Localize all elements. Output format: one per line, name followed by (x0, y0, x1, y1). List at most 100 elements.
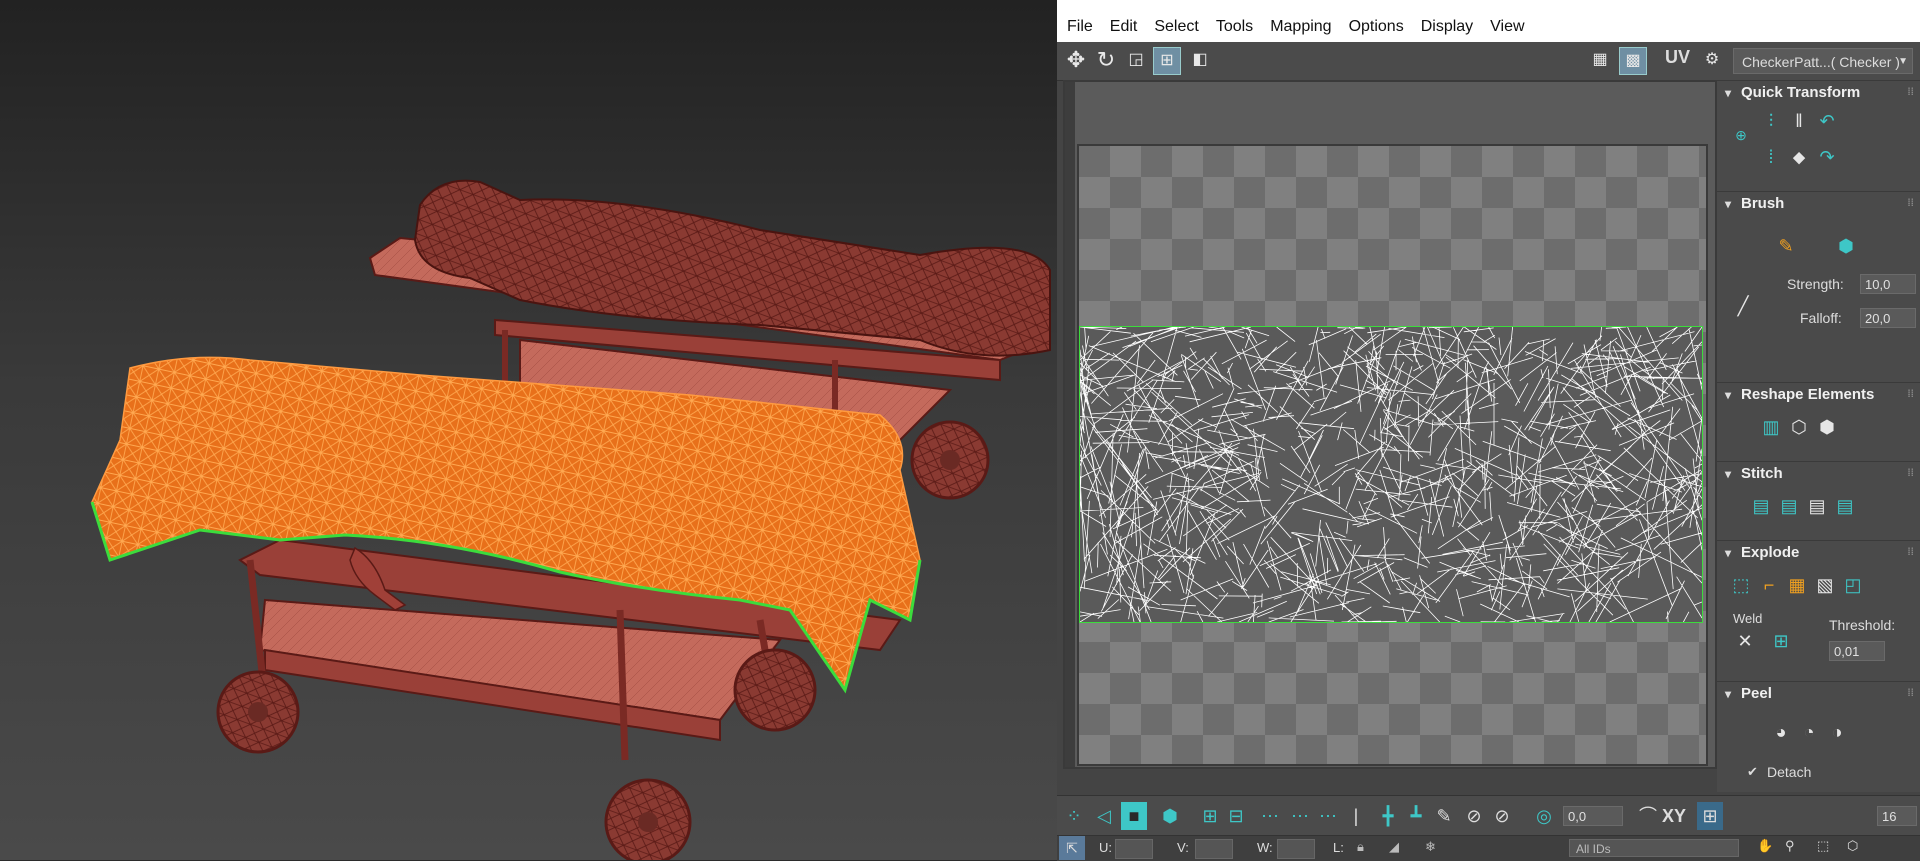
stitch-custom-icon[interactable]: ▤ (1747, 492, 1775, 520)
space-horizontal-icon[interactable]: ⫶ (1757, 107, 1785, 135)
texture-settings-icon[interactable]: ⚙ (1699, 47, 1725, 73)
rotate-cw-icon[interactable]: ↷ (1813, 143, 1841, 171)
uv-editor-window: File Edit Select Tools Mapping Options D… (1057, 0, 1920, 861)
uv-island[interactable] (1079, 326, 1703, 623)
vertical-scrollbar[interactable] (1065, 82, 1075, 767)
flatten-by-smoothing-icon[interactable]: ▧ (1811, 571, 1839, 599)
grid-align-icon[interactable]: ⬥ (1785, 143, 1813, 171)
straighten-icon[interactable]: ▥ (1757, 413, 1785, 441)
rotate-ccw-icon[interactable]: ↶ (1813, 107, 1841, 135)
w-label: W: (1257, 840, 1273, 855)
stitch-target-icon[interactable]: ▤ (1831, 492, 1859, 520)
hide-icon[interactable]: ◢ (1389, 839, 1399, 855)
quick-peel-icon[interactable]: ◕ (1767, 718, 1795, 746)
strength-label: Strength: (1787, 276, 1844, 292)
threshold-spinner[interactable]: 0,01 (1829, 641, 1885, 661)
soft-selection-icon[interactable]: ◎ (1531, 802, 1557, 830)
flatten-icon[interactable]: ⬢ (1813, 413, 1841, 441)
checker-display-icon[interactable]: ▦ (1587, 47, 1613, 73)
u-field[interactable] (1115, 839, 1153, 859)
axis-label[interactable]: XY (1661, 802, 1687, 830)
brush-title[interactable]: Brush (1717, 192, 1920, 216)
edge-select-icon[interactable]: ◁ (1091, 802, 1117, 830)
ring-icon[interactable]: ⋯ (1287, 802, 1313, 830)
align-vertical-icon[interactable]: ‖ (1785, 107, 1813, 135)
reshape-title[interactable]: Reshape Elements (1717, 383, 1920, 407)
falloff-curve-icon[interactable]: ⌒ (1635, 802, 1661, 830)
viewport-scene (90, 179, 1051, 860)
absolute-mode-icon[interactable]: ⇱ (1059, 836, 1085, 860)
weld-target-icon[interactable]: ⊞ (1767, 627, 1795, 655)
reshape-rollout: Reshape Elements ▥⬡⬢ (1717, 382, 1920, 461)
grid-snap-icon[interactable]: ⊞ (1697, 802, 1723, 830)
texture-dropdown[interactable]: CheckerPatt...( Checker ) ▼ (1733, 48, 1913, 74)
uv-canvas[interactable] (1063, 80, 1717, 769)
stitch-source-icon[interactable]: ▤ (1775, 492, 1803, 520)
flatten-by-material-icon[interactable]: ◰ (1839, 571, 1867, 599)
brush-rollout: Brush ✎ ⬢ ╱ Strength: 10,0 Falloff: 20,0 (1717, 191, 1920, 382)
element-select-icon[interactable]: ⬢ (1157, 802, 1183, 830)
flatten-by-polygon-icon[interactable]: ▦ (1783, 571, 1811, 599)
paint-brush-icon[interactable]: ✎ (1772, 232, 1800, 260)
scale-icon[interactable]: ◲ (1123, 47, 1149, 73)
relax-icon[interactable]: ⬡ (1785, 413, 1813, 441)
material-id-dropdown[interactable]: All IDs (1569, 839, 1739, 857)
edge-loop-icon[interactable]: ⋯ (1315, 802, 1341, 830)
menu-options[interactable]: Options (1349, 18, 1404, 36)
show-map-icon[interactable]: ▩ (1619, 47, 1647, 75)
menu-select[interactable]: Select (1154, 18, 1198, 36)
v-field[interactable] (1195, 839, 1233, 859)
paint-grow-icon[interactable]: ⊘ (1461, 802, 1487, 830)
break-icon[interactable]: ⌐ (1755, 571, 1783, 599)
3d-viewport[interactable] (0, 0, 1057, 860)
weld-selected-icon[interactable]: ✕ (1731, 627, 1759, 655)
coordinate-bar: ⇱ U: V: W: L: 🔒︎ ◢ ❄ All IDs ✋ ⚲ ⬚ ⬡ (1057, 835, 1920, 861)
menu-tools[interactable]: Tools (1216, 18, 1253, 36)
uv-wireframe (1079, 326, 1703, 623)
align-icon[interactable]: ⊕ (1727, 121, 1755, 149)
menu-display[interactable]: Display (1421, 18, 1473, 36)
menu-view[interactable]: View (1490, 18, 1524, 36)
lock-icon[interactable]: 🔒︎ (1357, 839, 1364, 855)
explode-icon[interactable]: ⬚ (1727, 571, 1755, 599)
paint-select-icon[interactable]: ✎ (1431, 802, 1457, 830)
falloff-spinner[interactable]: 20,0 (1860, 308, 1916, 328)
peel-mode-icon[interactable]: ◔ (1795, 718, 1823, 746)
uv-edges (1079, 326, 1703, 623)
grid-spinner[interactable]: 16 (1877, 806, 1917, 826)
vertex-select-icon[interactable]: ⁘ (1061, 802, 1087, 830)
space-vertical-icon[interactable]: ⁞ (1757, 143, 1785, 171)
peel-title[interactable]: Peel (1717, 682, 1920, 706)
zoom-icon[interactable]: ⚲ (1785, 838, 1795, 854)
shrink-select-icon[interactable]: ⊟ (1223, 802, 1249, 830)
move-icon[interactable]: ✥ (1063, 47, 1089, 73)
relax-brush-icon[interactable]: ⬢ (1832, 232, 1860, 260)
mirror-icon[interactable]: ◧ (1187, 47, 1213, 73)
explode-title[interactable]: Explode (1717, 541, 1920, 565)
loop-icon[interactable]: ⋯ (1257, 802, 1283, 830)
reset-peel-icon[interactable]: ◑ (1823, 718, 1851, 746)
menu-file[interactable]: File (1067, 18, 1093, 36)
face-select-icon[interactable]: ■ (1121, 802, 1147, 830)
detach-checkbox[interactable]: ✔ (1747, 764, 1758, 780)
freeform-icon[interactable]: ⊞ (1153, 47, 1181, 75)
angle-spinner[interactable]: 0,0 (1563, 806, 1623, 826)
stitch-title[interactable]: Stitch (1717, 462, 1920, 486)
paint-shrink-icon[interactable]: ⊘ (1489, 802, 1515, 830)
select-flipped-icon[interactable]: ┻ (1403, 802, 1429, 830)
strength-spinner[interactable]: 10,0 (1860, 274, 1916, 294)
grow-select-icon[interactable]: ⊞ (1197, 802, 1223, 830)
stitch-average-icon[interactable]: ▤ (1803, 492, 1831, 520)
quick-transform-title[interactable]: Quick Transform (1717, 81, 1920, 105)
zoom-extents-icon[interactable]: ⬡ (1847, 838, 1858, 854)
line-brush-icon[interactable]: ╱ (1729, 292, 1757, 320)
menu-edit[interactable]: Edit (1110, 18, 1138, 36)
zoom-region-icon[interactable]: ⬚ (1817, 838, 1829, 854)
freeze-icon[interactable]: ❄ (1425, 839, 1436, 855)
l-label: L: (1333, 840, 1344, 855)
select-overlap-icon[interactable]: ╋ (1375, 802, 1401, 830)
menu-mapping[interactable]: Mapping (1270, 18, 1331, 36)
rotate-icon[interactable]: ↻ (1093, 47, 1119, 73)
pan-icon[interactable]: ✋ (1757, 838, 1773, 854)
w-field[interactable] (1277, 839, 1315, 859)
